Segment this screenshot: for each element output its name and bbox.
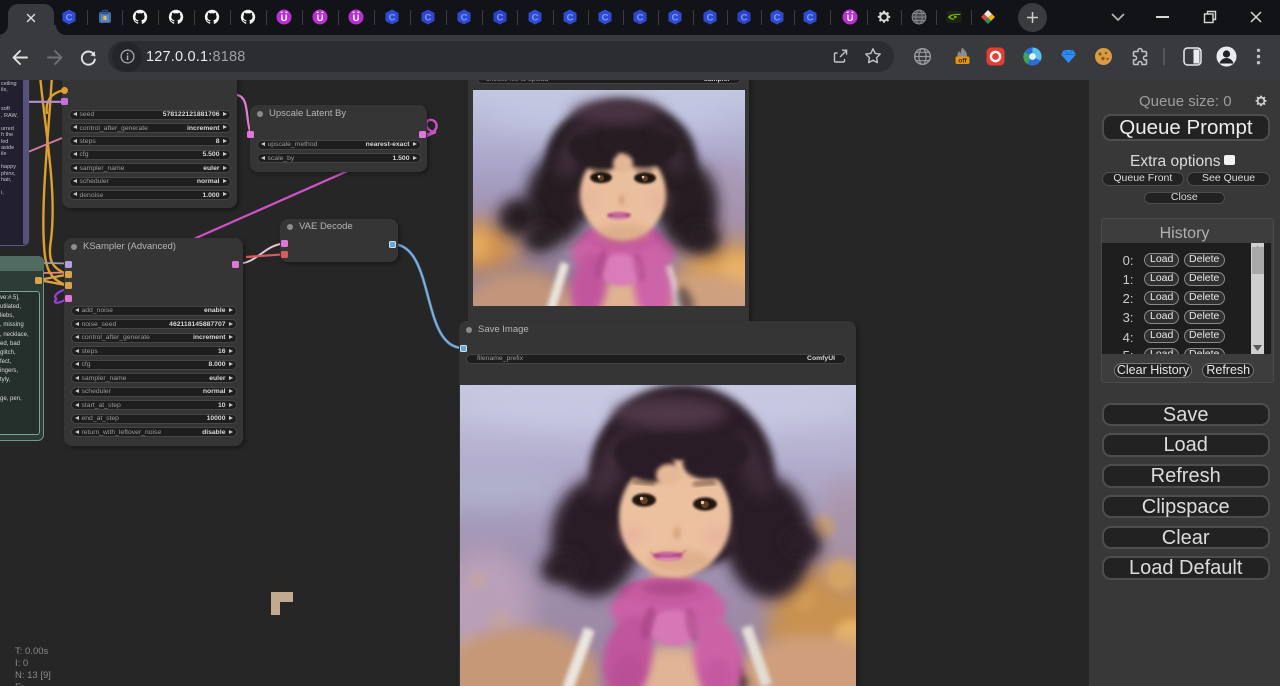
svg-text:C: C	[66, 13, 73, 24]
svg-text:C: C	[389, 13, 396, 24]
svg-text:C: C	[532, 13, 539, 24]
svg-text:C: C	[567, 13, 574, 24]
svg-text:off: off	[958, 57, 967, 64]
svg-text:C: C	[807, 13, 814, 24]
svg-text:U: U	[317, 13, 324, 24]
svg-text:C: C	[637, 13, 644, 24]
svg-text:C: C	[602, 13, 609, 24]
svg-text:C: C	[741, 13, 748, 24]
svg-text:C: C	[774, 13, 781, 24]
svg-text:C: C	[460, 13, 467, 24]
svg-text:C: C	[672, 13, 679, 24]
svg-text:U: U	[353, 13, 360, 24]
svg-text:U: U	[281, 13, 288, 24]
svg-text:U: U	[846, 13, 853, 24]
svg-text:C: C	[425, 13, 432, 24]
svg-text:C: C	[496, 13, 503, 24]
svg-text:C: C	[707, 13, 714, 24]
